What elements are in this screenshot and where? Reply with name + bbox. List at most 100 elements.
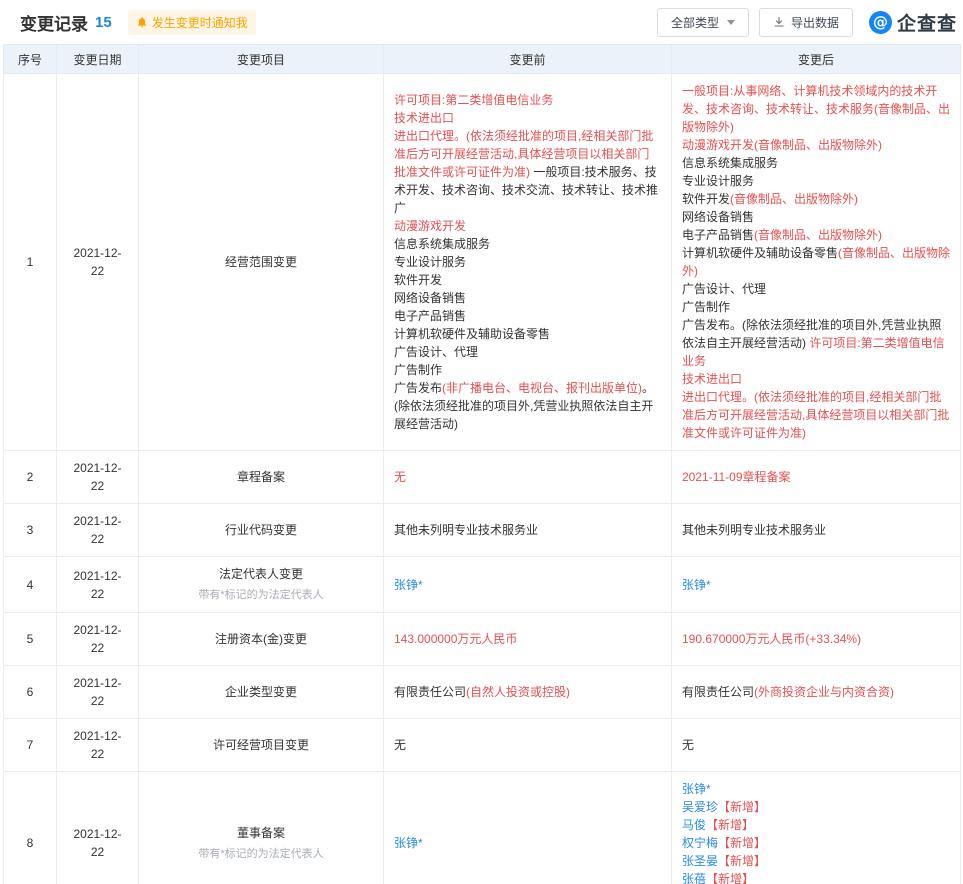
entity-link[interactable]: 张铮* xyxy=(394,578,423,592)
change-date: 2021-12-22 xyxy=(56,771,139,884)
entity-link[interactable]: 张蓓 xyxy=(682,872,706,884)
cell-line: 计算机软硬件及辅助设备零售(音像制品、出版物除外) xyxy=(682,244,950,280)
cell-line: 动漫游戏开发 xyxy=(394,217,661,235)
change-date: 2021-12-22 xyxy=(56,503,139,557)
text-segment: 软件开发 xyxy=(682,192,731,206)
text-segment: 其他未列明专业技术服务业 xyxy=(682,523,827,537)
record-count: 15 xyxy=(95,13,112,31)
change-date: 2021-12-22 xyxy=(56,665,139,719)
export-data-button[interactable]: 导出数据 xyxy=(758,7,853,37)
entity-link[interactable]: 张铮* xyxy=(682,782,711,796)
cell-line: 张铮* xyxy=(682,576,950,594)
cell-line: 有限责任公司(外商投资企业与内资合资) xyxy=(682,683,950,701)
before-cell: 其他未列明专业技术服务业 xyxy=(383,503,672,557)
text-segment: 190.670000万元人民币(+33.34%) xyxy=(682,632,862,646)
before-cell: 张铮* xyxy=(383,771,672,884)
table-row: 4 2021-12-22 法定代表人变更 带有*标记的为法定代表人 张铮* 张铮* xyxy=(3,556,961,613)
change-date: 2021-12-22 xyxy=(56,450,139,504)
row-number: 6 xyxy=(3,665,57,719)
after-cell: 张铮* xyxy=(671,556,961,613)
cell-line: 信息系统集成服务 xyxy=(682,154,950,172)
new-tag: 【新增】 xyxy=(718,836,767,850)
text-segment: 计算机软硬件及辅助设备零售 xyxy=(682,246,839,260)
after-cell: 190.670000万元人民币(+33.34%) xyxy=(671,612,961,666)
col-header-after: 变更后 xyxy=(671,44,961,74)
cell-line: 其他未列明专业技术服务业 xyxy=(682,521,950,539)
new-tag: 【新增】 xyxy=(718,854,767,868)
text-segment: (非广播电台、电视台、报刊出版单位) xyxy=(442,381,643,395)
new-tag: 【新增】 xyxy=(718,800,767,814)
before-cell: 143.000000万元人民币 xyxy=(383,612,672,666)
before-cell: 张铮* xyxy=(383,556,672,613)
cell-line: 广告设计、代理 xyxy=(394,343,661,361)
change-item-label: 企业类型变更 xyxy=(224,685,297,699)
cell-line: 190.670000万元人民币(+33.34%) xyxy=(682,630,950,648)
text-segment: 信息系统集成服务 xyxy=(682,156,779,170)
table-row: 3 2021-12-22 行业代码变更 其他未列明专业技术服务业 其他未列明专业技术服务… xyxy=(3,503,961,557)
text-segment: 无 xyxy=(394,470,407,484)
notify-on-change-button[interactable]: 发生变更时通知我 xyxy=(127,9,256,35)
cell-line: 专业设计服务 xyxy=(394,253,661,271)
text-segment: 信息系统集成服务 xyxy=(394,237,491,251)
text-segment: 有限责任公司 xyxy=(394,685,467,699)
cell-line: 2021-11-09章程备案 xyxy=(682,468,950,486)
col-header-seq: 序号 xyxy=(3,44,57,74)
text-segment: 软件开发 xyxy=(394,273,443,287)
text-segment: 广告设计、代理 xyxy=(682,282,767,296)
entity-link[interactable]: 权宁梅 xyxy=(682,836,718,850)
cell-line: 其他未列明专业技术服务业 xyxy=(394,521,661,539)
type-filter-dropdown[interactable]: 全部类型 xyxy=(656,7,749,37)
text-segment: 143.000000万元人民币 xyxy=(394,632,518,646)
row-number: 8 xyxy=(3,771,57,884)
cell-line: 权宁梅【新增】 xyxy=(682,834,950,852)
text-segment: 动漫游戏开发(音像制品、出版物除外) xyxy=(682,138,882,152)
new-tag: 【新增】 xyxy=(706,818,755,832)
entity-link[interactable]: 张圣晏 xyxy=(682,854,718,868)
text-segment: 其他未列明专业技术服务业 xyxy=(394,523,539,537)
qcc-brand-logo[interactable]: @ 企查查 xyxy=(868,9,957,36)
entity-link[interactable]: 马俊 xyxy=(682,818,706,832)
table-header: 序号 变更日期 变更项目 变更前 变更后 xyxy=(3,44,961,74)
row-number: 4 xyxy=(3,556,57,613)
cell-line: 张圣晏【新增】 xyxy=(682,852,950,870)
cell-line: 无 xyxy=(682,736,950,754)
cell-line: 计算机软硬件及辅助设备零售 xyxy=(394,325,661,343)
change-date: 2021-12-22 xyxy=(56,612,139,666)
legal-rep-note: 带有*标记的为法定代表人 xyxy=(198,589,324,601)
table-row: 7 2021-12-22 许可经营项目变更 无 无 xyxy=(3,718,961,772)
after-cell: 有限责任公司(外商投资企业与内资合资) xyxy=(671,665,961,719)
cell-line: 无 xyxy=(394,736,661,754)
chevron-down-icon xyxy=(726,19,735,25)
text-segment: 专业设计服务 xyxy=(682,174,755,188)
entity-link[interactable]: 吴爱珍 xyxy=(682,800,718,814)
cell-line: 张铮* xyxy=(394,576,661,594)
change-item: 董事备案 带有*标记的为法定代表人 xyxy=(138,771,384,884)
top-bar: 变更记录 15 发生变更时通知我 全部类型 导出数据 @ 企查查 xyxy=(0,0,963,40)
table-row: 6 2021-12-22 企业类型变更 有限责任公司(自然人投资或控股) 有限责任公司(… xyxy=(3,665,961,719)
change-item-label: 经营范围变更 xyxy=(224,255,297,269)
col-header-before: 变更前 xyxy=(383,44,672,74)
text-segment: 计算机软硬件及辅助设备零售 xyxy=(394,327,551,341)
text-segment: 网络设备销售 xyxy=(682,210,755,224)
change-item-label: 法定代表人变更 xyxy=(218,567,303,581)
table-row: 8 2021-12-22 董事备案 带有*标记的为法定代表人 张铮* 张铮* 吴爱珍【新增】… xyxy=(3,771,961,884)
cell-line: 吴爱珍【新增】 xyxy=(682,798,950,816)
cell-line: 信息系统集成服务 xyxy=(394,235,661,253)
change-item-label: 许可经营项目变更 xyxy=(212,738,309,752)
cell-line: 进出口代理。(依法须经批准的项目,经相关部门批准后方可开展经营活动,具体经营项目… xyxy=(682,388,950,442)
bell-icon xyxy=(136,16,148,28)
cell-line: 一般项目:从事网络、计算机技术领域内的技术开发、技术咨询、技术转让、技术服务(音… xyxy=(682,82,950,136)
change-item: 章程备案 xyxy=(138,450,384,504)
before-cell: 无 xyxy=(383,450,672,504)
text-segment: 电子产品销售 xyxy=(394,309,467,323)
col-header-item: 变更项目 xyxy=(138,44,384,74)
after-cell: 一般项目:从事网络、计算机技术领域内的技术开发、技术咨询、技术转让、技术服务(音… xyxy=(671,73,961,451)
entity-link[interactable]: 张铮* xyxy=(682,578,711,592)
text-segment: 广告制作 xyxy=(394,363,443,377)
cell-line: 电子产品销售(音像制品、出版物除外) xyxy=(682,226,950,244)
cell-line: 广告发布(非广播电台、电视台、报刊出版单位)。(除依法须经批准的项目外,凭营业执… xyxy=(394,379,661,433)
text-segment: 无 xyxy=(394,738,407,752)
entity-link[interactable]: 张铮* xyxy=(394,836,423,850)
row-number: 5 xyxy=(3,612,57,666)
cell-line: 动漫游戏开发(音像制品、出版物除外) xyxy=(682,136,950,154)
